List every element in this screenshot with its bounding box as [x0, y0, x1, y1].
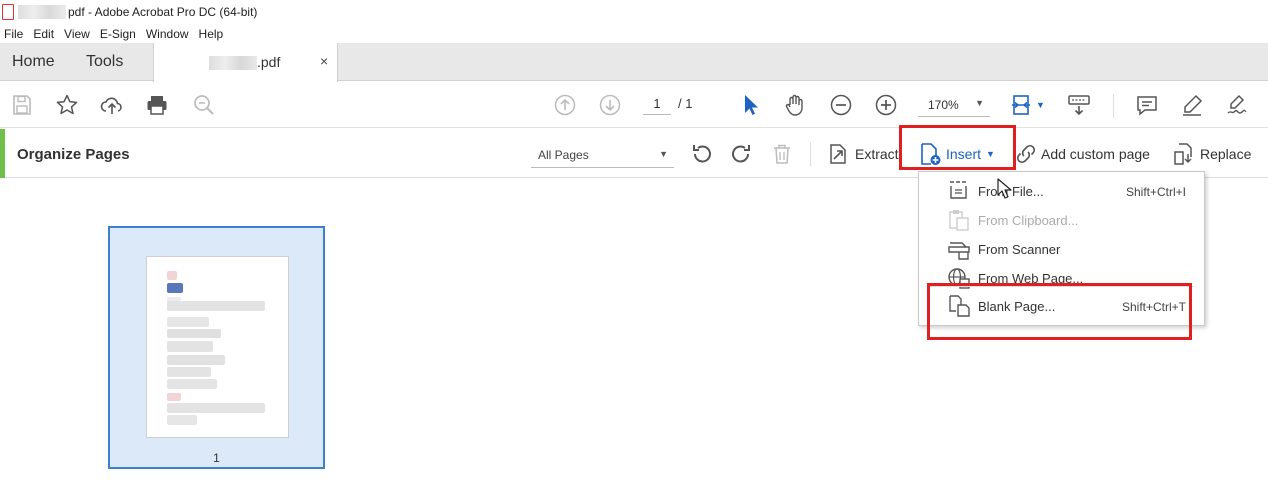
- tab-tools[interactable]: Tools: [86, 43, 123, 81]
- clipboard-icon: [947, 209, 971, 231]
- page-total: / 1: [678, 96, 693, 111]
- tab-document-name: .pdf: [257, 54, 281, 70]
- toolbar-divider: [1113, 94, 1114, 118]
- chevron-down-icon: ▼: [659, 149, 668, 159]
- replace-button[interactable]: Replace: [1200, 146, 1251, 162]
- zoom-search-icon[interactable]: [192, 93, 216, 117]
- menu-item-from-file[interactable]: From File... Shift+Ctrl+I: [919, 176, 1204, 205]
- extract-button[interactable]: Extract: [855, 146, 899, 162]
- highlight-blank-page-item: [927, 283, 1192, 340]
- print-icon[interactable]: [145, 93, 169, 117]
- highlight-pen-icon[interactable]: [1180, 93, 1204, 117]
- tab-home[interactable]: Home: [12, 43, 55, 81]
- mouse-pointer-icon: [997, 178, 1013, 200]
- comment-icon[interactable]: [1135, 93, 1159, 117]
- page-up-icon[interactable]: [553, 93, 577, 117]
- menu-view[interactable]: View: [59, 27, 95, 41]
- close-tab-icon[interactable]: ×: [320, 53, 328, 69]
- chevron-down-icon: ▼: [975, 98, 984, 108]
- extract-pages-icon[interactable]: [826, 142, 850, 166]
- save-icon[interactable]: [10, 93, 34, 117]
- page-number-input[interactable]: [643, 93, 671, 115]
- fit-page-icon[interactable]: [1009, 93, 1033, 117]
- menu-item-from-scanner-label: From Scanner: [978, 242, 1061, 257]
- fit-options-chevron-icon[interactable]: ▼: [1036, 100, 1045, 110]
- zoom-in-icon[interactable]: [874, 93, 898, 117]
- acrobat-app-icon: [2, 4, 14, 20]
- menu-esign[interactable]: E-Sign: [95, 27, 141, 41]
- from-file-icon: [947, 180, 971, 202]
- rotate-clockwise-icon[interactable]: [729, 142, 753, 166]
- title-redacted-filename: [18, 5, 66, 19]
- menu-help[interactable]: Help: [194, 27, 229, 41]
- select-cursor-icon[interactable]: [738, 93, 762, 117]
- menu-item-from-file-shortcut: Shift+Ctrl+I: [1125, 185, 1186, 199]
- menu-edit[interactable]: Edit: [28, 27, 59, 41]
- replace-pages-icon[interactable]: [1172, 142, 1196, 166]
- menu-window[interactable]: Window: [141, 27, 194, 41]
- organize-pages-title: Organize Pages: [17, 146, 130, 163]
- menu-item-from-scanner[interactable]: From Scanner: [919, 234, 1204, 263]
- highlight-insert-button: [899, 125, 1016, 170]
- tab-redacted-filename: [209, 56, 257, 70]
- window-title: pdf - Adobe Acrobat Pro DC (64-bit): [68, 5, 258, 19]
- tab-bar: Home Tools .pdf ×: [0, 43, 1268, 82]
- add-custom-page-button[interactable]: Add custom page: [1041, 146, 1150, 162]
- menu-item-from-clipboard[interactable]: From Clipboard...: [919, 205, 1204, 234]
- menu-bar: File Edit View E-Sign Window Help: [0, 24, 1268, 43]
- sign-icon[interactable]: [1225, 93, 1249, 117]
- page-thumbnail[interactable]: 1: [108, 226, 325, 469]
- scroll-mode-icon[interactable]: [1067, 93, 1091, 117]
- hand-icon[interactable]: [783, 93, 807, 117]
- zoom-level-select[interactable]: 170% ▼: [918, 93, 990, 117]
- upload-cloud-icon[interactable]: [100, 93, 124, 117]
- main-toolbar: / 1 170% ▼ ▼: [0, 82, 1268, 128]
- toolbar-divider: [810, 142, 811, 166]
- menu-item-from-clipboard-label: From Clipboard...: [978, 213, 1079, 228]
- delete-trash-icon[interactable]: [770, 142, 794, 166]
- page-range-select[interactable]: All Pages ▼: [531, 142, 674, 168]
- add-custom-page-link-icon[interactable]: [1014, 142, 1038, 166]
- tab-document[interactable]: .pdf ×: [153, 43, 338, 82]
- bookmark-star-icon[interactable]: [55, 93, 79, 117]
- page-range-value: All Pages: [538, 148, 589, 162]
- zoom-level-value: 170%: [928, 98, 959, 112]
- page-down-icon[interactable]: [598, 93, 622, 117]
- rotate-counterclockwise-icon[interactable]: [690, 142, 714, 166]
- page-thumbnail-number: 1: [213, 451, 220, 465]
- tool-accent-bar: [0, 129, 5, 178]
- menu-file[interactable]: File: [0, 27, 28, 41]
- scanner-icon: [947, 238, 971, 260]
- page-thumbnail-preview: [146, 256, 289, 438]
- zoom-out-icon[interactable]: [829, 93, 853, 117]
- title-bar: pdf - Adobe Acrobat Pro DC (64-bit): [0, 0, 1268, 24]
